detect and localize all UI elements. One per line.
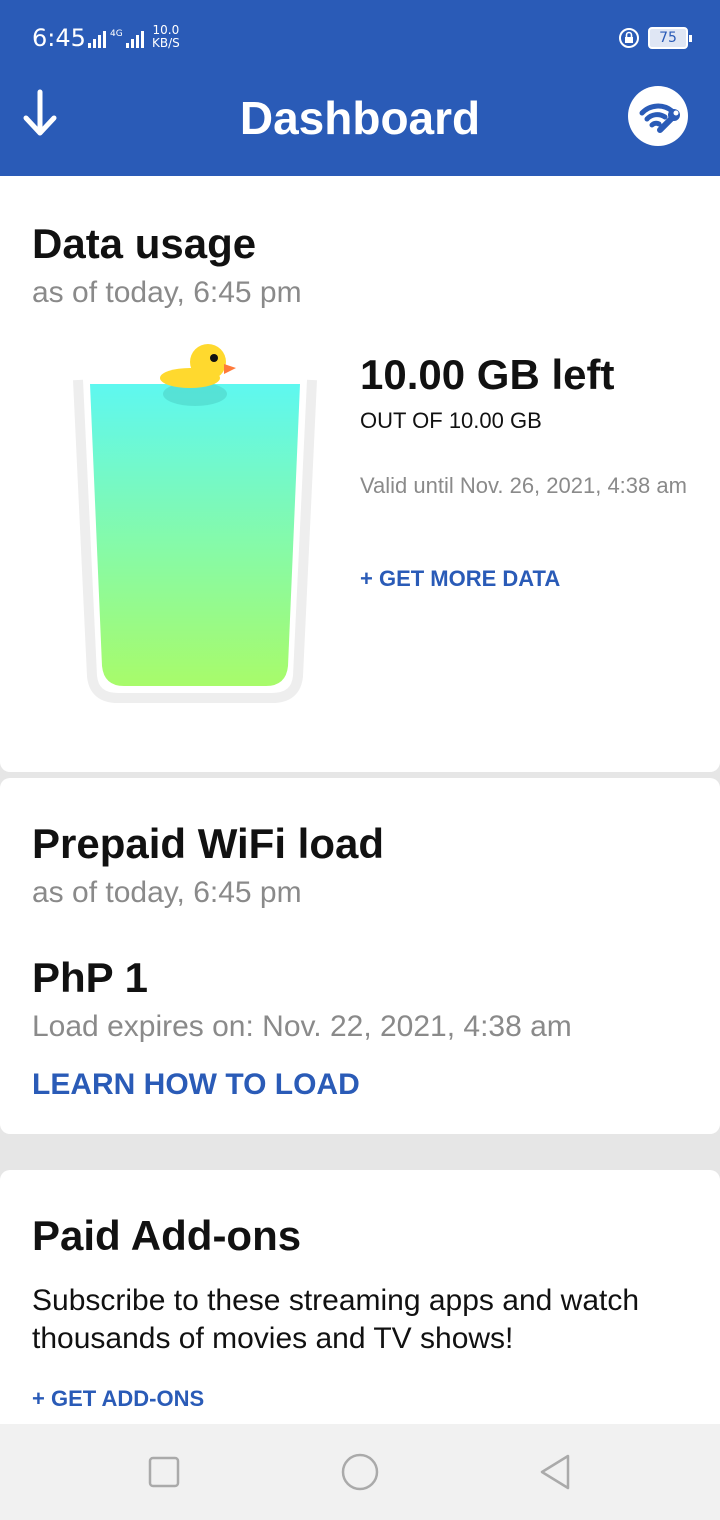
data-usage-timestamp: as of today, 6:45 pm [32, 276, 302, 309]
network-type: 4G [110, 29, 123, 39]
prepaid-wifi-card: Prepaid WiFi load as of today, 6:45 pm P… [0, 778, 720, 1134]
data-total: OUT OF 10.00 GB [360, 408, 542, 433]
data-glass-graphic [73, 344, 317, 703]
prepaid-balance: PhP 1 [32, 954, 148, 1001]
duck-icon [160, 344, 236, 406]
rotation-lock-icon [619, 28, 639, 48]
status-bar: 6:45 4G 10.0 KB/S 75 [0, 0, 720, 78]
home-icon[interactable] [340, 1452, 380, 1492]
addons-title: Paid Add-ons [32, 1212, 302, 1259]
system-nav-bar [0, 1424, 720, 1520]
back-icon[interactable] [536, 1452, 576, 1492]
data-usage-title: Data usage [32, 220, 257, 267]
data-level-fill [90, 384, 300, 686]
wifi-wrench-icon [639, 103, 680, 133]
data-validity: Valid until Nov. 26, 2021, 4:38 am [360, 473, 687, 498]
recents-icon[interactable] [144, 1452, 184, 1492]
paid-addons-card: Paid Add-ons Subscribe to these streamin… [0, 1170, 720, 1426]
data-remaining: 10.00 GB left [360, 351, 615, 398]
load-expiry: Load expires on: Nov. 22, 2021, 4:38 am [32, 1010, 572, 1043]
prepaid-title: Prepaid WiFi load [32, 820, 384, 867]
page-title: Dashboard [239, 92, 481, 144]
get-more-data-link[interactable]: + GET MORE DATA [360, 566, 560, 592]
app-bar: 6:45 4G 10.0 KB/S 75 Dashboard [0, 0, 720, 176]
prepaid-timestamp: as of today, 6:45 pm [32, 876, 302, 909]
addons-description: Subscribe to these streaming apps and wa… [32, 1284, 640, 1355]
learn-how-to-load-link[interactable]: LEARN HOW TO LOAD [32, 1068, 360, 1102]
get-addons-link[interactable]: + GET ADD-ONS [32, 1386, 204, 1412]
data-usage-card: Data usage as of today, 6:45 pm 10.00 GB… [0, 176, 720, 772]
speed-unit: KB/S [152, 36, 180, 50]
network-speed: 10.0 KB/S [152, 24, 180, 50]
wifi-settings-button[interactable] [628, 86, 688, 146]
status-time: 6:45 [32, 24, 86, 52]
battery-icon: 75 [648, 27, 692, 49]
